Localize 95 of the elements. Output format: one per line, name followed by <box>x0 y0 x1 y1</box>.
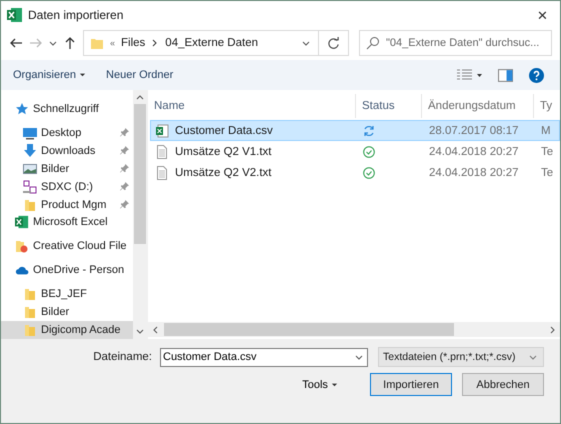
column-header[interactable]: Ty <box>534 94 560 118</box>
folder-icon <box>90 36 104 50</box>
sidebar-item[interactable]: Desktop <box>1 124 133 142</box>
type-cell-text: Te <box>540 146 554 158</box>
sidebar-item[interactable]: SDXC (D:) <box>1 178 133 196</box>
scroll-right-icon[interactable] <box>550 326 556 334</box>
scroll-left-icon[interactable] <box>152 326 158 334</box>
breadcrumb[interactable]: 04_Externe Daten <box>165 37 258 49</box>
chevron-down-icon[interactable] <box>355 353 363 361</box>
folder-icon <box>23 198 37 212</box>
column-header[interactable]: Status <box>356 94 422 118</box>
sidebar-label: Downloads <box>41 144 96 157</box>
date-cell-text: 28.07.2017 08:17 <box>428 124 520 136</box>
preview-pane-icon[interactable] <box>498 68 513 82</box>
file-row[interactable]: Umsätze Q2 V2.txt 24.04.2018 20:27 Te <box>150 162 560 183</box>
scroll-up-icon[interactable] <box>136 94 144 100</box>
folder-icon <box>23 305 37 320</box>
file-row[interactable]: Umsätze Q2 V1.txt 24.04.2018 20:27 Te <box>150 141 560 162</box>
search-icon <box>366 36 380 50</box>
check-circle-icon <box>363 166 375 178</box>
horizontal-scrollbar[interactable] <box>148 322 560 337</box>
sync-icon <box>363 124 375 136</box>
sidebar-label: Creative Cloud File <box>33 240 127 252</box>
chevron-down-icon[interactable] <box>49 39 57 47</box>
tools-button[interactable]: Tools <box>296 378 344 390</box>
back-arrow-icon[interactable] <box>9 36 23 50</box>
monitor-icon <box>23 126 37 140</box>
picture-icon <box>23 162 37 176</box>
sidebar-item[interactable]: BEJ_JEF <box>1 285 133 304</box>
sidebar-item[interactable]: Downloads <box>1 142 133 160</box>
sidebar-item[interactable]: Product Mgm <box>1 196 133 214</box>
view-options-icon[interactable] <box>456 68 482 82</box>
sidebar-label: BEJ_JEF <box>41 288 87 300</box>
search-field[interactable]: "04_Externe Daten" durchsuc... <box>359 30 552 56</box>
filename-label: Dateiname: <box>93 351 152 363</box>
sidebar-label: SDXC (D:) <box>41 180 93 193</box>
sidebar-item[interactable]: Schnellzugriff <box>1 100 133 118</box>
caret-icon <box>79 71 86 78</box>
folder-icon <box>15 239 29 254</box>
sidebar-item[interactable]: Bilder <box>1 303 133 322</box>
window-title: Daten importieren <box>28 8 124 22</box>
star-icon <box>15 102 29 116</box>
file-name: Umsätze Q2 V2.txt <box>175 166 272 178</box>
sidebar-item[interactable]: Microsoft Excel <box>1 214 133 232</box>
address-bar[interactable]: « Files 04_Externe Daten <box>83 30 319 56</box>
excel-icon <box>15 215 29 230</box>
text-file-icon <box>155 166 169 180</box>
breadcrumb[interactable]: Files <box>121 37 146 49</box>
breadcrumb-separator-icon <box>151 39 160 47</box>
folder-icon <box>23 287 37 302</box>
filename-combobox[interactable]: Customer Data.csv <box>160 348 368 366</box>
import-button[interactable]: Importieren <box>370 373 452 396</box>
file-name: Umsätze Q2 V1.txt <box>175 146 272 158</box>
sidebar-item[interactable]: Digicomp Acade <box>1 321 133 339</box>
column-header[interactable]: Änderungsdatum <box>422 94 534 118</box>
sidebar-label: Schnellzugriff <box>33 102 99 115</box>
sidebar-label: Bilder <box>41 162 70 175</box>
sidebar-item[interactable]: Bilder <box>1 160 133 178</box>
file-row[interactable]: Customer Data.csv 28.07.2017 08:17 M <box>150 120 560 141</box>
date-cell-text: 24.04.2018 20:27 <box>428 166 520 178</box>
folder-icon <box>23 323 37 338</box>
sidebar-label: Microsoft Excel <box>33 216 108 228</box>
close-button[interactable]: ✕ <box>531 8 554 22</box>
scroll-down-icon[interactable] <box>136 329 144 335</box>
caret-icon <box>331 380 338 388</box>
file-type-dropdown[interactable]: Textdateien (*.prn;*.txt;*.csv) <box>378 347 544 367</box>
download-arrow-icon <box>23 144 37 158</box>
check-circle-icon <box>363 146 375 158</box>
refresh-icon <box>327 36 340 50</box>
excel-icon <box>7 7 23 23</box>
sidebar-label: Product Mgm <box>41 198 106 211</box>
organize-button[interactable]: Organisieren <box>7 66 92 84</box>
overflow-chevrons[interactable]: « <box>110 38 116 48</box>
refresh-button[interactable] <box>319 30 349 56</box>
type-cell-text: Te <box>540 166 554 178</box>
sidebar-item[interactable]: OneDrive - Person <box>1 261 133 280</box>
sidebar-label: OneDrive - Person <box>33 264 124 276</box>
chevron-down-icon <box>529 353 537 361</box>
help-icon[interactable] <box>529 68 544 82</box>
type-cell-text: M <box>540 124 552 136</box>
excel-file-icon <box>155 124 169 138</box>
filename-input[interactable]: Customer Data.csv <box>163 351 355 363</box>
sidebar-label: Desktop <box>41 126 82 139</box>
sidebar-item[interactable]: Creative Cloud File <box>1 237 133 256</box>
vertical-scrollbar[interactable] <box>133 90 147 339</box>
file-name: Customer Data.csv <box>175 124 273 136</box>
new-folder-button[interactable]: Neuer Ordner <box>100 66 180 84</box>
text-file-icon <box>155 144 169 158</box>
cancel-button[interactable]: Abbrechen <box>462 373 544 396</box>
date-cell-text: 24.04.2018 20:27 <box>428 146 520 158</box>
chevron-down-icon[interactable] <box>302 39 310 47</box>
sidebar-label: Bilder <box>41 306 70 318</box>
column-header[interactable]: Name <box>148 94 356 118</box>
sidebar-label: Digicomp Acade <box>41 324 120 336</box>
up-arrow-icon[interactable] <box>63 36 77 50</box>
